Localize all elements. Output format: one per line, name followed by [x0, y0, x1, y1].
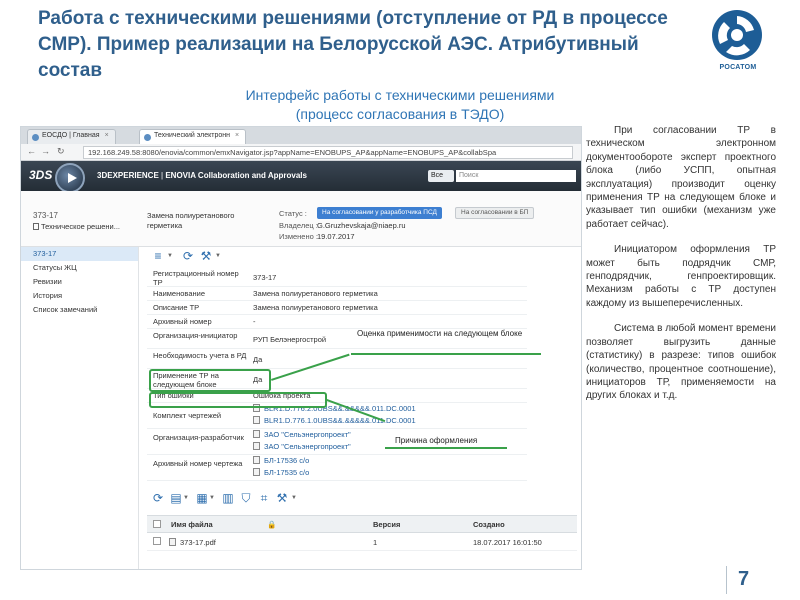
subtitle-line-2: (процесс согласования в ТЭДО) — [295, 106, 505, 122]
chevron-down-icon[interactable]: ▼ — [209, 495, 215, 501]
object-description: Замена полиуретанового герметика — [147, 211, 235, 230]
file-name[interactable]: 373-17.pdf — [169, 538, 216, 547]
modified-value: 19.07.2017 — [317, 232, 355, 241]
property-row: Архивный номер чертежа БЛ-17536 с/о БЛ-1… — [147, 455, 527, 481]
sidebar-item-remarks[interactable]: Список замечаний — [21, 303, 138, 317]
rosatom-logo: РОСАТОМ — [706, 10, 770, 86]
object-type: Техническое решени... — [33, 222, 120, 231]
archive-link[interactable]: БЛ-17536 с/о — [253, 456, 309, 465]
footer-divider — [726, 566, 727, 594]
table-row[interactable]: 373-17.pdf 1 18.07.2017 16:01:50 — [147, 533, 577, 551]
status-label: Статус : — [279, 209, 307, 218]
document-type-icon — [33, 223, 39, 230]
sidebar-item-revisions[interactable]: Ревизии — [21, 275, 138, 289]
paragraph-2: Инициатором оформления ТР может быть под… — [586, 244, 776, 309]
close-tab-icon[interactable]: × — [105, 132, 109, 139]
reload-icon[interactable]: ↻ — [57, 146, 65, 157]
chevron-down-icon[interactable]: ▼ — [291, 495, 297, 501]
back-arrow-icon[interactable]: ← — [27, 146, 36, 156]
callout-reason: Причина оформления — [395, 436, 478, 446]
app-header: 3DS 3DEXPERIENCE | ENOVIA Collaboration … — [21, 161, 581, 193]
forward-arrow-icon[interactable]: → — [41, 146, 50, 156]
callout-applicability: Оценка применимости на следующем блоке — [357, 329, 539, 339]
drawing-link[interactable]: BLR1.D.776.1.0UBS&&.&&&&&.011.DC.0001 — [253, 416, 416, 425]
tab-favicon-icon — [144, 134, 151, 141]
owner-value: G.Gruzhevskaja@niaep.ru — [317, 221, 406, 230]
app-screenshot: ЕОСДО | Главная × Технический электронн × … — [20, 126, 582, 570]
url-input[interactable]: 192.168.249.58:8080/enovia/common/emxNav… — [83, 146, 573, 159]
select-icon[interactable]: ⌗ — [257, 491, 271, 505]
pdf-file-icon — [169, 538, 176, 546]
tools-icon[interactable]: ⚒ — [199, 249, 213, 263]
search-scope-select[interactable]: Все — [428, 170, 454, 182]
refresh-icon[interactable]: ⟳ — [181, 249, 195, 263]
document-icon — [253, 468, 260, 476]
menu-icon[interactable]: ≡ — [151, 249, 165, 263]
close-tab-icon[interactable]: × — [235, 132, 239, 139]
view-options-icon[interactable]: ▦ — [195, 491, 209, 505]
page-number: 7 — [738, 568, 750, 590]
tools-icon[interactable]: ⚒ — [275, 491, 289, 505]
row-checkbox[interactable] — [153, 537, 161, 545]
document-icon — [253, 416, 260, 424]
paragraph-1: При согласовании ТР в техническом электр… — [586, 125, 776, 230]
archive-link[interactable]: БЛ-17535 с/о — [253, 468, 309, 477]
document-icon — [253, 456, 260, 464]
logo-text: РОСАТОМ — [719, 64, 757, 71]
lock-icon: 🔒 — [267, 520, 277, 529]
property-row: Регистрационный номер ТР 373-17 — [147, 267, 527, 287]
browser-tab-home[interactable]: ЕОСДО | Главная × — [27, 129, 116, 144]
callout-line — [385, 447, 507, 449]
slide-title: Работа с техническими решениями (отступл… — [38, 8, 668, 81]
file-actions-icon[interactable]: ▤ — [169, 491, 183, 505]
organization-icon — [253, 442, 260, 450]
property-row: Описание ТР Замена полиуретанового гермет… — [147, 301, 527, 315]
browser-tab-bar: ЕОСДО | Главная × Технический электронн × — [21, 127, 581, 144]
description-text: При согласовании ТР в техническом электр… — [586, 124, 776, 415]
tab-favicon-icon — [32, 134, 39, 141]
sidebar-item-lifecycle[interactable]: Статусы ЖЦ — [21, 261, 138, 275]
status-current-button[interactable]: На согласовании у разработчика ПСД — [317, 207, 442, 219]
sidebar: 373-17 Статусы ЖЦ Ревизии История Список… — [21, 247, 139, 569]
organization-icon — [253, 430, 260, 438]
select-all-checkbox[interactable] — [153, 520, 161, 528]
object-name: 373-17 — [33, 211, 58, 220]
search-input[interactable]: Поиск — [456, 170, 576, 182]
grid-icon[interactable]: ▥ — [221, 491, 235, 505]
sidebar-item-object[interactable]: 373-17 — [21, 247, 138, 261]
refresh-icon[interactable]: ⟳ — [151, 491, 165, 505]
organization-link[interactable]: ЗАО "Сельэнергопроект" — [253, 430, 351, 439]
paragraph-3: Система в любой момент времени позволяет… — [586, 323, 776, 402]
property-row: Наименование Замена полиуретанового герме… — [147, 287, 527, 301]
filter-icon[interactable]: ⛉ — [239, 491, 253, 505]
sidebar-item-history[interactable]: История — [21, 289, 138, 303]
rosatom-emblem-icon — [712, 10, 762, 60]
applicability-highlight — [149, 369, 271, 392]
subtitle-line-1: Интерфейс работы с техническими решениям… — [245, 87, 555, 103]
object-header: 373-17 Техническое решени... Замена поли… — [21, 191, 581, 247]
app-title: 3DEXPERIENCE | ENOVIA Collaboration and … — [97, 171, 307, 180]
slide-subtitle: Интерфейс работы с техническими решениям… — [210, 86, 590, 124]
organization-link[interactable]: ЗАО "Сельэнергопроект" — [253, 442, 351, 451]
owner-label: Владелец : — [279, 221, 318, 230]
compass-icon[interactable] — [55, 163, 85, 193]
table-header: Имя файла 🔒 Версия Создано — [147, 515, 577, 533]
status-next-button[interactable]: На согласовании в БП — [455, 207, 535, 219]
modified-label: Изменено : — [279, 232, 318, 241]
chevron-down-icon[interactable]: ▼ — [183, 495, 189, 501]
chevron-down-icon[interactable]: ▼ — [215, 253, 221, 259]
property-row: Архивный номер - — [147, 315, 527, 329]
ds-logo: 3DS — [29, 168, 53, 182]
files-table: Имя файла 🔒 Версия Создано 373-17.pdf 1 … — [147, 515, 577, 551]
chevron-down-icon[interactable]: ▼ — [167, 253, 173, 259]
browser-tab-tr[interactable]: Технический электронн × — [139, 129, 247, 144]
address-bar: ← → ↻ 192.168.249.58:8080/enovia/common/… — [21, 144, 581, 161]
error-type-highlight — [149, 392, 327, 408]
callout-line — [351, 353, 541, 355]
